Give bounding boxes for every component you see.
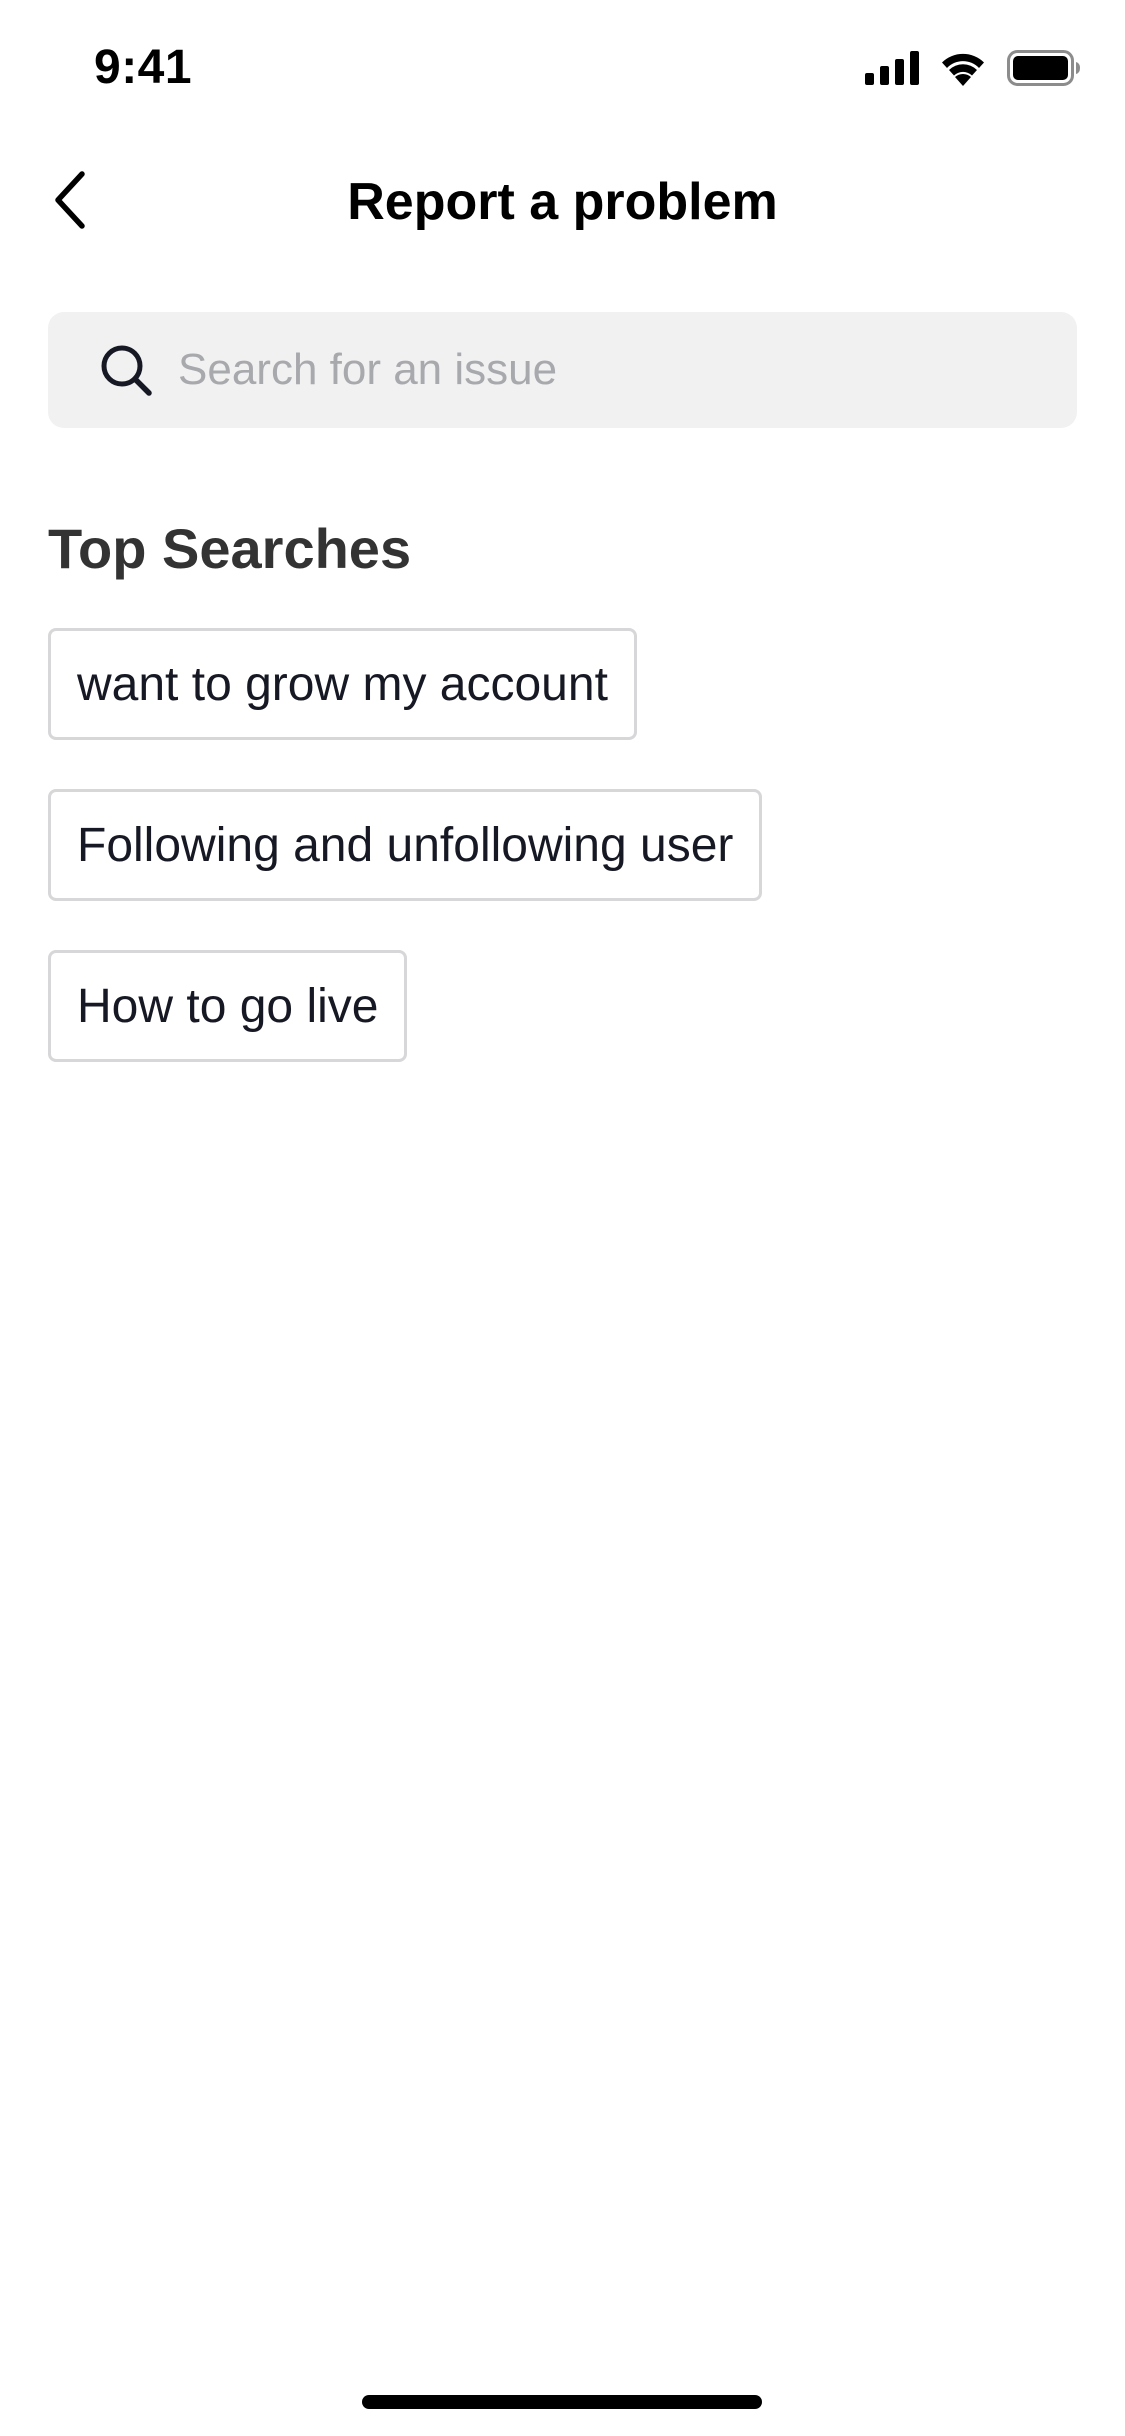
wifi-icon (939, 50, 987, 91)
battery-icon (1007, 49, 1081, 91)
status-icons (865, 49, 1081, 91)
top-search-chip[interactable]: want to grow my account (48, 628, 637, 740)
page-title: Report a problem (347, 173, 778, 231)
search-bar[interactable] (48, 312, 1077, 428)
nav-bar: Report a problem (0, 150, 1125, 254)
status-bar: 9:41 (0, 0, 1125, 140)
home-indicator (362, 2395, 762, 2409)
top-searches-title: Top Searches (48, 517, 412, 580)
top-searches-list: want to grow my account Following and un… (48, 628, 763, 1062)
status-time: 9:41 (94, 41, 193, 94)
search-icon (98, 342, 154, 398)
top-search-chip[interactable]: Following and unfollowing user (48, 789, 763, 901)
search-input[interactable] (178, 330, 1038, 410)
top-search-chip[interactable]: How to go live (48, 950, 408, 1062)
signal-icon (865, 50, 919, 90)
